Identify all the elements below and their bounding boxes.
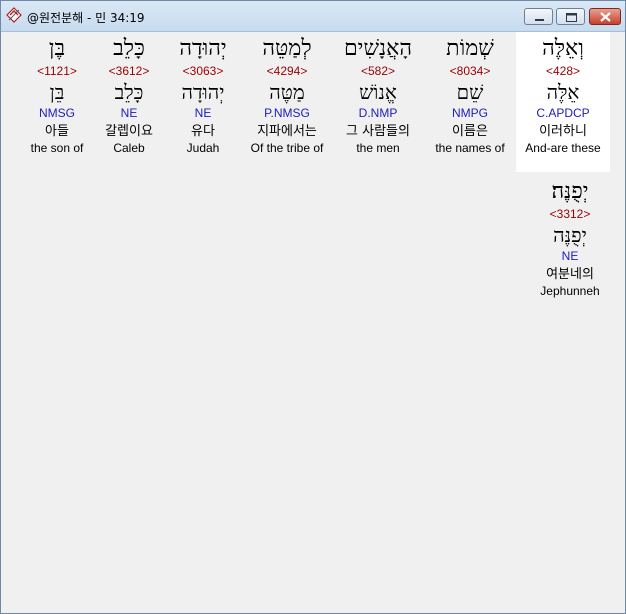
lemma: אֵלֶּה (546, 80, 580, 104)
korean-gloss: 갈렙이요 (105, 124, 153, 139)
word-8[interactable]: יְפֻנֶּה׃ <3312> יְפֻנֶּה NE 여분네의 Jephun… (525, 178, 615, 308)
app-window: @원전분해 - 민 34:19 וְאֵלֶּה <428> אֵלֶּה C.… (0, 0, 626, 614)
strong-number[interactable]: <428> (516, 63, 610, 79)
minimize-icon (535, 19, 544, 21)
english-gloss: the names of (435, 141, 505, 155)
word-2[interactable]: שְׁמוֹת <8034> שֵׁם NMPG 이름은 the names o… (425, 32, 515, 172)
lemma: יְפֻנֶּה (553, 223, 587, 247)
morphology-code: D.NMP (358, 106, 398, 120)
hebrew-word: הָאֲנָשִׁים (343, 36, 413, 61)
close-button[interactable] (589, 8, 621, 25)
morphology-code: C.APDCP (536, 106, 590, 120)
word-5[interactable]: יְהוּדָה <3063> יְהוּדָה NE 유다 Judah (166, 32, 240, 172)
close-icon (600, 12, 611, 22)
morphology-code: NMPG (452, 106, 488, 120)
maximize-icon (566, 13, 577, 22)
title-bar[interactable]: @원전분해 - 민 34:19 (1, 1, 625, 32)
english-gloss: Of the tribe of (250, 141, 324, 155)
english-gloss: Judah (186, 141, 220, 155)
hebrew-word: וְאֵלֶּה (542, 36, 584, 61)
word-6[interactable]: כָּלֵב <3612> כָּלֵב NE 갈렙이요 Caleb (95, 32, 163, 172)
korean-gloss: 지파에서는 (257, 124, 317, 139)
minimize-button[interactable] (524, 8, 553, 25)
morphology-code: NE (561, 249, 579, 263)
interlinear-view: וְאֵלֶּה <428> אֵלֶּה C.APDCP 이러하니 And-a… (5, 32, 621, 610)
lemma: אֱנוֹשׁ (359, 80, 397, 104)
english-gloss: And-are these (525, 141, 601, 155)
korean-gloss: 여분네의 (546, 267, 594, 282)
strong-number[interactable]: <582> (332, 63, 424, 79)
strong-number[interactable]: <3612> (95, 63, 163, 79)
word-4[interactable]: לְמַטֵּה <4294> מַטֶּה P.NMSG 지파에서는 Of t… (243, 32, 331, 172)
app-icon[interactable] (6, 7, 22, 23)
word-3[interactable]: הָאֲנָשִׁים <582> אֱנוֹשׁ D.NMP 그 사람들의 t… (332, 32, 424, 172)
lemma: בֵּן (49, 80, 65, 104)
korean-gloss: 그 사람들의 (346, 124, 410, 139)
lemma: יְהוּדָה (181, 80, 225, 104)
korean-gloss: 아들 (45, 124, 69, 139)
strong-number[interactable]: <3063> (166, 63, 240, 79)
korean-gloss: 이름은 (452, 124, 488, 139)
morphology-code: NE (194, 106, 212, 120)
lemma: שֵׁם (456, 80, 484, 104)
maximize-button[interactable] (556, 8, 585, 25)
strong-number[interactable]: <8034> (425, 63, 515, 79)
hebrew-word: יְהוּדָה (179, 36, 227, 61)
english-gloss: the son of (30, 141, 84, 155)
english-gloss: Caleb (113, 141, 145, 155)
korean-gloss: 이러하니 (539, 124, 587, 139)
hebrew-word: שְׁמוֹת (446, 36, 494, 61)
morphology-code: NMSG (39, 106, 75, 120)
strong-number[interactable]: <4294> (243, 63, 331, 79)
hebrew-word: לְמַטֵּה (262, 36, 312, 61)
korean-gloss: 유다 (191, 124, 215, 139)
word-1[interactable]: וְאֵלֶּה <428> אֵלֶּה C.APDCP 이러하니 And-a… (516, 32, 610, 172)
strong-number[interactable]: <3312> (525, 206, 615, 222)
strong-number[interactable]: <1121> (21, 63, 93, 79)
word-7[interactable]: בֶּן <1121> בֵּן NMSG 아들 the son of (21, 32, 93, 172)
window-title: @원전분해 - 민 34:19 (27, 11, 145, 25)
hebrew-word: יְפֻנֶּה׃ (551, 179, 589, 204)
english-gloss: Jephunneh (540, 284, 600, 298)
morphology-code: NE (120, 106, 138, 120)
hebrew-word: בֶּן (48, 36, 66, 61)
lemma: מַטֶּה (269, 80, 305, 104)
lemma: כָּלֵב (114, 80, 144, 104)
morphology-code: P.NMSG (264, 106, 310, 120)
english-gloss: the men (356, 141, 400, 155)
hebrew-word: כָּלֵב (113, 36, 145, 61)
